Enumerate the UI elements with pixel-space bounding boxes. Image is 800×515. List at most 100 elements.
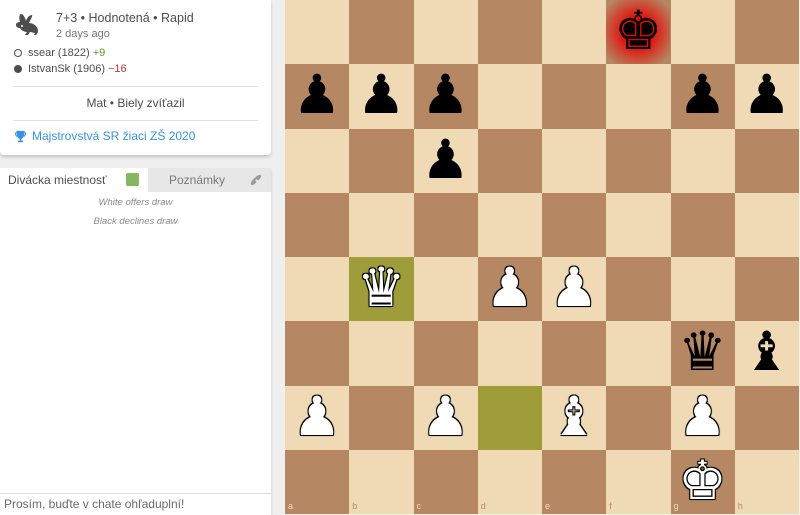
square-g4[interactable] [670,257,735,322]
square-b1[interactable] [349,449,414,514]
white-pawn-g2[interactable]: ♟ [671,385,735,450]
black-player[interactable]: IstvanSk (1906) −16 [14,63,127,75]
black-pawn-c7[interactable]: ♟ [414,64,478,128]
square-a4[interactable] [285,257,350,322]
black-pawn-h7[interactable]: ♟ [735,64,799,128]
square-c8[interactable] [413,0,478,65]
white-pawn-d4[interactable]: ♟ [478,257,542,321]
file-label: c [416,501,422,511]
square-f1[interactable] [606,449,671,514]
white-player-name[interactable]: ssear [28,47,55,59]
square-g8[interactable] [670,0,735,65]
square-f3[interactable] [606,321,671,386]
rank-label: 6 [790,130,796,141]
file-label: f [609,501,612,511]
black-bishop-h3[interactable]: ♝ [735,321,799,385]
tab-spectator-room[interactable]: Divácka miestnosť [0,168,148,192]
chat-panel: Divácka miestnosť Poznámky White offers … [0,168,271,515]
square-c5[interactable] [413,192,478,257]
black-pawn-c6[interactable]: ♟ [414,128,478,193]
square-d6[interactable] [477,128,542,193]
square-b2[interactable] [349,385,414,450]
white-pawn-e4[interactable]: ♟ [542,257,606,321]
white-rating-diff: +9 [92,47,106,59]
square-d8[interactable] [477,0,542,65]
white-player-rating: (1822) [57,47,90,59]
square-b6[interactable] [349,128,414,193]
white-color-icon [14,49,22,57]
rank-label: 2 [790,387,796,398]
square-g6[interactable] [670,128,735,193]
black-player-name[interactable]: IstvanSk [28,63,70,75]
white-pawn-c2[interactable]: ♟ [414,385,478,450]
square-d5[interactable] [477,192,542,257]
square-f7[interactable] [606,64,671,129]
phone-icon[interactable] [249,173,263,187]
square-e7[interactable] [542,64,607,129]
chat-tabs: Divácka miestnosť Poznámky [0,168,271,192]
divider [13,120,258,121]
tournament-name[interactable]: Majstrovstvá SR žiaci ZŠ 2020 [32,129,195,143]
rank-label: 8 [790,2,796,12]
square-a8[interactable] [285,0,350,65]
white-pawn-a2[interactable]: ♟ [285,385,349,450]
file-label: e [545,501,551,511]
black-king-f8[interactable]: ♚ [606,0,670,64]
rank-label: 1 [790,451,796,462]
game-result: Mat • Biely zvíťazil [86,96,185,110]
square-d3[interactable] [477,321,542,386]
square-a5[interactable] [285,192,350,257]
white-player[interactable]: ssear (1822) +9 [14,47,105,59]
black-pawn-a7[interactable]: ♟ [285,64,349,128]
white-bishop-e2[interactable]: ♝ [542,385,606,450]
square-d7[interactable] [477,64,542,129]
trophy-icon [14,130,27,142]
square-f4[interactable] [606,257,671,322]
tab-notes[interactable]: Poznámky [148,168,271,192]
black-pawn-b7[interactable]: ♟ [349,64,413,128]
square-g5[interactable] [670,192,735,257]
chess-board[interactable]: 8 7 6 5 4 3 2 1 a b c d e f g h ♚ ♟ ♟ ♟ ♟ ♟ ♟ ♛ ♟ ♟ ♛ ♝ ♟ ♟ ♝ ♟ ♚ [285,0,800,514]
square-a1[interactable] [285,449,350,514]
tournament-link[interactable]: Majstrovstvá SR žiaci ZŠ 2020 [14,129,195,143]
game-meta: 7+3 • Hodnotená • Rapid [56,11,194,25]
square-c1[interactable] [413,449,478,514]
square-e3[interactable] [542,321,607,386]
chat-input[interactable] [0,494,264,513]
game-info-card: 7+3 • Hodnotená • Rapid 2 days ago ssear… [0,0,271,155]
square-a3[interactable] [285,321,350,386]
rank-label: 5 [790,194,796,205]
square-c3[interactable] [413,321,478,386]
square-e1[interactable] [542,449,607,514]
white-king-g1[interactable]: ♚ [671,449,735,514]
file-label: b [352,501,358,511]
file-label: d [480,501,486,511]
black-player-rating: (1906) [73,63,105,75]
black-rating-diff: −16 [107,63,127,75]
black-pawn-g7[interactable]: ♟ [671,64,735,128]
square-f6[interactable] [606,128,671,193]
square-b8[interactable] [349,0,414,65]
square-a6[interactable] [285,128,350,193]
square-b3[interactable] [349,321,414,386]
square-f2[interactable] [606,385,671,450]
square-e6[interactable] [542,128,607,193]
square-d2[interactable] [477,385,542,450]
chat-toggle-checkbox[interactable] [126,173,139,186]
square-e8[interactable] [542,0,607,65]
game-date: 2 days ago [56,28,110,40]
black-queen-g3[interactable]: ♛ [671,321,735,385]
chat-message: White offers draw [98,197,173,208]
tab-spectator-label: Divácka miestnosť [8,173,107,187]
rank-label: 4 [790,259,796,269]
square-c4[interactable] [413,257,478,322]
divider [13,86,258,87]
tab-notes-label: Poznámky [169,173,226,187]
square-e5[interactable] [542,192,607,257]
white-queen-b4[interactable]: ♛ [349,257,413,321]
square-d1[interactable] [477,449,542,514]
chat-message: Black declines draw [93,216,178,227]
file-label: h [737,501,743,511]
square-b5[interactable] [349,192,414,257]
square-f5[interactable] [606,192,671,257]
